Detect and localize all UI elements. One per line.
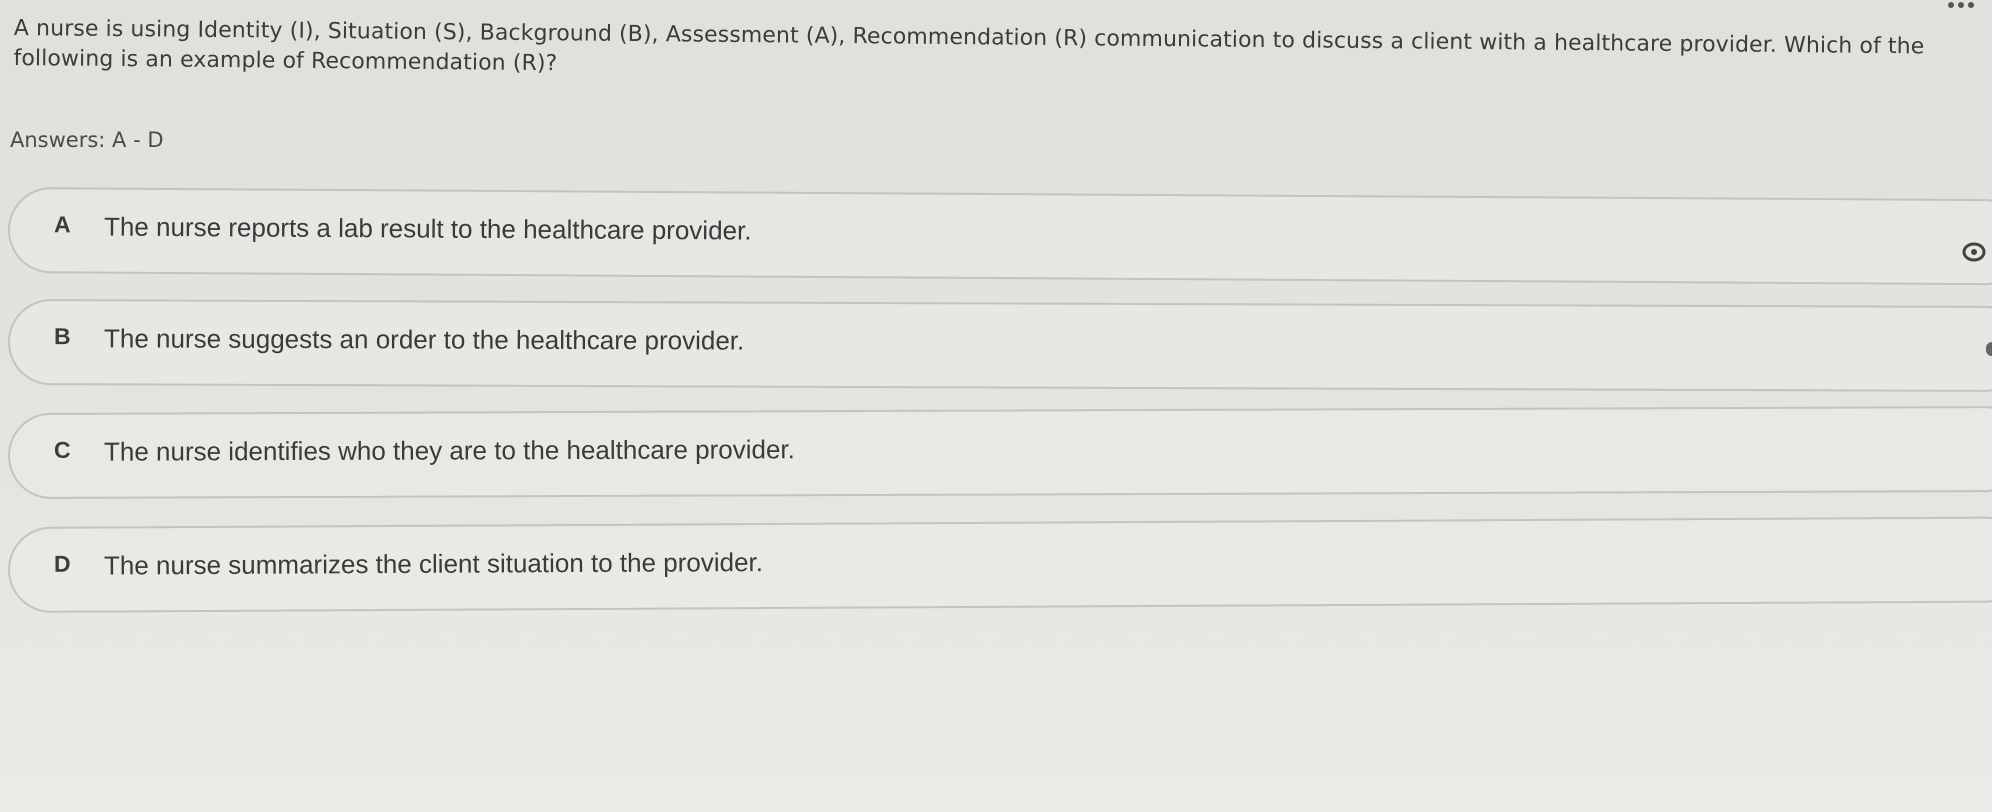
more-dot	[1948, 2, 1954, 8]
option-text: The nurse summarizes the client situatio…	[103, 547, 764, 581]
more-options-icon[interactable]	[1944, 0, 1978, 10]
option-letter: B	[53, 323, 71, 350]
option-letter: C	[53, 436, 71, 463]
option-letter: D	[53, 550, 71, 577]
answer-option-a[interactable]: A The nurse reports a lab result to the …	[7, 187, 1992, 286]
option-text: The nurse reports a lab result to the he…	[103, 211, 752, 246]
more-dot	[1958, 2, 1964, 8]
option-letter: A	[53, 211, 71, 238]
answer-option-d[interactable]: D The nurse summarizes the client situat…	[7, 516, 1992, 613]
more-dot	[1968, 2, 1974, 8]
scroll-handle[interactable]	[1986, 342, 1992, 356]
answers-label: Answers: A - D	[10, 128, 164, 152]
question-text: A nurse is using Identity (I), Situation…	[13, 15, 1925, 77]
answer-option-c[interactable]: C The nurse identifies who they are to t…	[7, 405, 1992, 499]
answer-option-b[interactable]: B The nurse suggests an order to the hea…	[7, 299, 1992, 393]
eye-icon[interactable]	[1962, 242, 1986, 262]
option-text: The nurse identifies who they are to the…	[103, 434, 795, 467]
option-text: The nurse suggests an order to the healt…	[103, 323, 745, 356]
